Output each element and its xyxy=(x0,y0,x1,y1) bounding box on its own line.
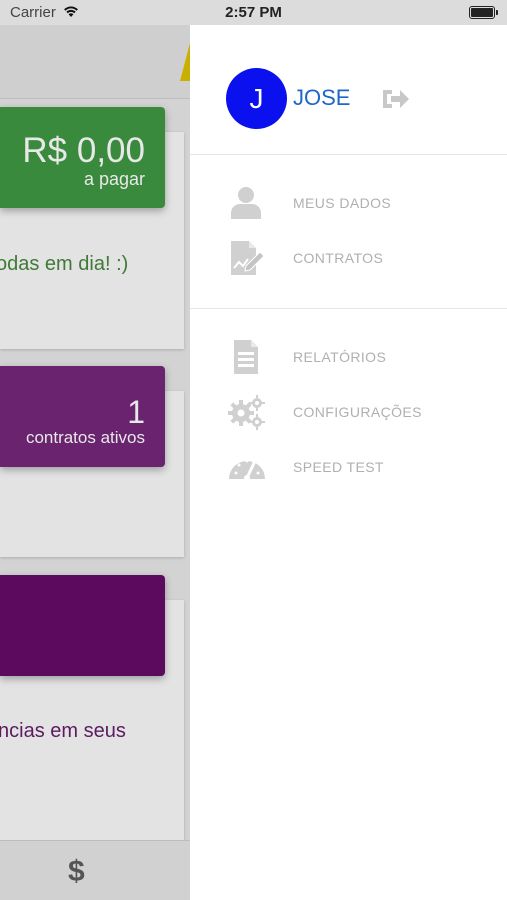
clock: 2:57 PM xyxy=(225,4,282,21)
balance-caption: a pagar xyxy=(83,169,145,189)
menu-item-meus-dados[interactable]: MEUS DADOS xyxy=(190,178,507,228)
battery-icon xyxy=(469,6,498,19)
menu-label-meus-dados: MEUS DADOS xyxy=(293,195,392,211)
menu-item-speed-test[interactable]: SPEED TEST xyxy=(190,442,507,492)
menu-label-contratos: CONTRATOS xyxy=(293,250,384,266)
menu-item-relatorios[interactable]: RELATÓRIOS xyxy=(190,332,507,382)
speedometer-icon xyxy=(229,459,265,481)
notice-tile[interactable] xyxy=(0,575,165,676)
status-bar: Carrier 2:57 PM xyxy=(0,0,507,25)
logo-fragment xyxy=(180,43,190,81)
contract-sign-icon xyxy=(231,241,265,275)
menu-item-contratos[interactable]: CONTRATOS xyxy=(190,233,507,283)
divider xyxy=(190,154,507,155)
notice-text: ncias em seus xyxy=(0,720,126,742)
user-icon xyxy=(231,187,261,219)
gears-icon xyxy=(228,395,265,430)
contracts-tile[interactable]: 1 contratos ativos xyxy=(0,366,165,467)
logout-icon[interactable] xyxy=(381,86,411,112)
status-message: odas em dia! :) xyxy=(0,253,129,275)
side-drawer: J JOSE MEUS DADOS CONTRATOS RELATÓRIOS C… xyxy=(190,25,507,900)
divider xyxy=(190,308,507,309)
contracts-count: 1 xyxy=(127,394,145,430)
background-app-overlay[interactable]: R$ 0,00 a pagar odas em dia! :) 1 contra… xyxy=(0,25,190,900)
bottom-tab-bar: $ xyxy=(0,840,190,900)
balance-tile[interactable]: R$ 0,00 a pagar xyxy=(0,107,165,208)
balance-amount: R$ 0,00 xyxy=(22,131,145,170)
app-header xyxy=(0,25,190,99)
menu-label-speed-test: SPEED TEST xyxy=(293,459,384,475)
avatar[interactable]: J xyxy=(226,68,287,129)
menu-item-configuracoes[interactable]: CONFIGURAÇÕES xyxy=(190,387,507,437)
menu-label-relatorios: RELATÓRIOS xyxy=(293,349,387,365)
report-icon xyxy=(234,340,258,374)
contracts-caption: contratos ativos xyxy=(25,428,145,447)
user-name[interactable]: JOSE xyxy=(293,85,350,111)
menu-label-configuracoes: CONFIGURAÇÕES xyxy=(293,404,422,420)
dollar-icon[interactable]: $ xyxy=(68,855,85,889)
